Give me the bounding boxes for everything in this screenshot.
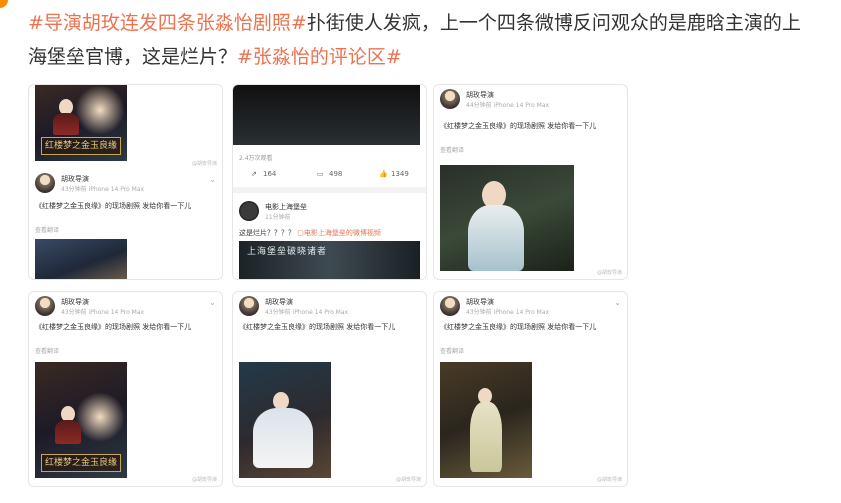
action-bar: ⇗ 164 ▭ 498 👍 1349 [233,170,426,184]
comment-count: 498 [329,170,343,178]
poster-title: 红楼梦之金玉良缘 [41,137,121,155]
translate-link[interactable]: 查看翻译 [440,346,464,355]
post-meta: 11分钟前 [265,214,291,221]
repost-count: 164 [263,170,277,178]
chevron-down-icon[interactable]: ⌄ [209,175,216,184]
notification-dot [0,0,8,8]
username[interactable]: 胡玫导演 [466,297,494,307]
image-thumbnail-5[interactable]: 胡玫导演 43分钟前 iPhone 14 Pro Max 《红楼梦之金玉良缘》的… [232,291,427,487]
chevron-down-icon[interactable]: ⌄ [209,298,216,307]
poster-title: 红楼梦之金玉良缘 [41,454,121,472]
username[interactable]: 胡玫导演 [265,297,293,307]
translate-link[interactable]: 查看翻译 [35,225,59,234]
video-link[interactable]: ▢电影上海堡垒的微博视频 [297,229,381,237]
post-meta: 43分钟前 iPhone 14 Pro Max [265,309,349,316]
poster-image: 红楼梦之金玉良缘 [35,85,127,161]
watermark: @胡玫导演 [191,161,217,167]
post-meta: 43分钟前 iPhone 14 Pro Max [61,309,145,316]
repost-icon[interactable]: ⇗ [251,170,257,178]
photo-image [440,165,574,271]
weibo-text: 《红楼梦之金玉良缘》的现场剧照 发给你看一下儿 [440,323,597,331]
avatar[interactable] [440,296,460,316]
watermark: @胡玫导演 [596,477,622,483]
image-thumbnail-1[interactable]: 红楼梦之金玉良缘 @胡玫导演 胡玫导演 43分钟前 iPhone 14 Pro … [28,84,223,280]
comment-icon[interactable]: ▭ [317,170,324,178]
view-count: 2.4万次观看 [239,155,273,162]
weibo-text: 《红楼梦之金玉良缘》的现场剧照 发给你看一下儿 [239,323,396,331]
like-icon[interactable]: 👍 [379,170,388,178]
video-caption: 上海堡垒破晓诸者 [247,247,328,257]
post-header: 电影上海堡垒 11分钟前 [239,201,420,223]
hashtag-comment-section[interactable]: #张淼怡的评论区# [237,46,402,68]
image-thumbnail-6[interactable]: 胡玫导演 43分钟前 iPhone 14 Pro Max ⌄ 《红楼梦之金玉良缘… [433,291,628,487]
photo-image [35,239,127,279]
post-meta: 44分钟前 iPhone 14 Pro Max [466,102,550,109]
post-header: 胡玫导演 43分钟前 iPhone 14 Pro Max ⌄ [35,296,216,318]
translate-link[interactable]: 查看翻译 [35,346,59,355]
avatar[interactable] [239,296,259,316]
post-meta: 43分钟前 iPhone 14 Pro Max [466,309,550,316]
weibo-text: 这是烂片？？？？ ▢电影上海堡垒的微博视频 [239,228,420,239]
avatar[interactable] [239,201,259,221]
post-header: 胡玫导演 43分钟前 iPhone 14 Pro Max ⌄ [35,173,216,195]
photo-image [239,362,331,478]
watermark: @胡玫导演 [191,477,217,483]
image-thumbnail-4[interactable]: 胡玫导演 43分钟前 iPhone 14 Pro Max ⌄ 《红楼梦之金玉良缘… [28,291,223,487]
video-link-label: 电影上海堡垒的微博视频 [303,229,381,237]
post-meta: 43分钟前 iPhone 14 Pro Max [61,186,145,193]
chevron-down-icon[interactable]: ⌄ [614,298,621,307]
video-preview [233,85,420,145]
image-thumbnail-3[interactable]: 胡玫导演 44分钟前 iPhone 14 Pro Max 《红楼梦之金玉良缘》的… [433,84,628,280]
weibo-text: 《红楼梦之金玉良缘》的现场剧照 发给你看一下儿 [35,202,192,210]
weibo-text: 《红楼梦之金玉良缘》的现场剧照 发给你看一下儿 [440,122,597,130]
avatar[interactable] [35,296,55,316]
avatar[interactable] [35,173,55,193]
photo-image [440,362,532,478]
poster-image: 红楼梦之金玉良缘 [35,362,127,478]
post-header: 胡玫导演 43分钟前 iPhone 14 Pro Max [239,296,420,318]
like-count: 1349 [391,170,409,178]
username[interactable]: 电影上海堡垒 [265,202,307,212]
translate-link[interactable]: 查看翻译 [440,145,464,154]
image-thumbnail-2[interactable]: 2.4万次观看 ⇗ 164 ▭ 498 👍 1349 电影上海堡垒 11分钟前 … [232,84,427,280]
post-header: 胡玫导演 43分钟前 iPhone 14 Pro Max ⌄ [440,296,621,318]
post-text: #导演胡玫连发四条张淼怡剧照#扑街使人发疯，上一个四条微博反问观众的是鹿晗主演的… [28,6,818,74]
username[interactable]: 胡玫导演 [61,297,89,307]
hashtag-director[interactable]: #导演胡玫连发四条张淼怡剧照# [28,12,307,34]
watermark: @胡玫导演 [596,270,622,276]
username[interactable]: 胡玫导演 [61,174,89,184]
avatar[interactable] [440,89,460,109]
divider [233,187,426,193]
watermark: @胡玫导演 [395,477,421,483]
weibo-text: 《红楼梦之金玉良缘》的现场剧照 发给你看一下儿 [35,323,192,331]
video-strip[interactable]: 上海堡垒破晓诸者 [239,241,420,279]
post-header: 胡玫导演 44分钟前 iPhone 14 Pro Max [440,89,621,111]
username[interactable]: 胡玫导演 [466,90,494,100]
weibo-text-body: 这是烂片？？？？ [239,229,295,237]
